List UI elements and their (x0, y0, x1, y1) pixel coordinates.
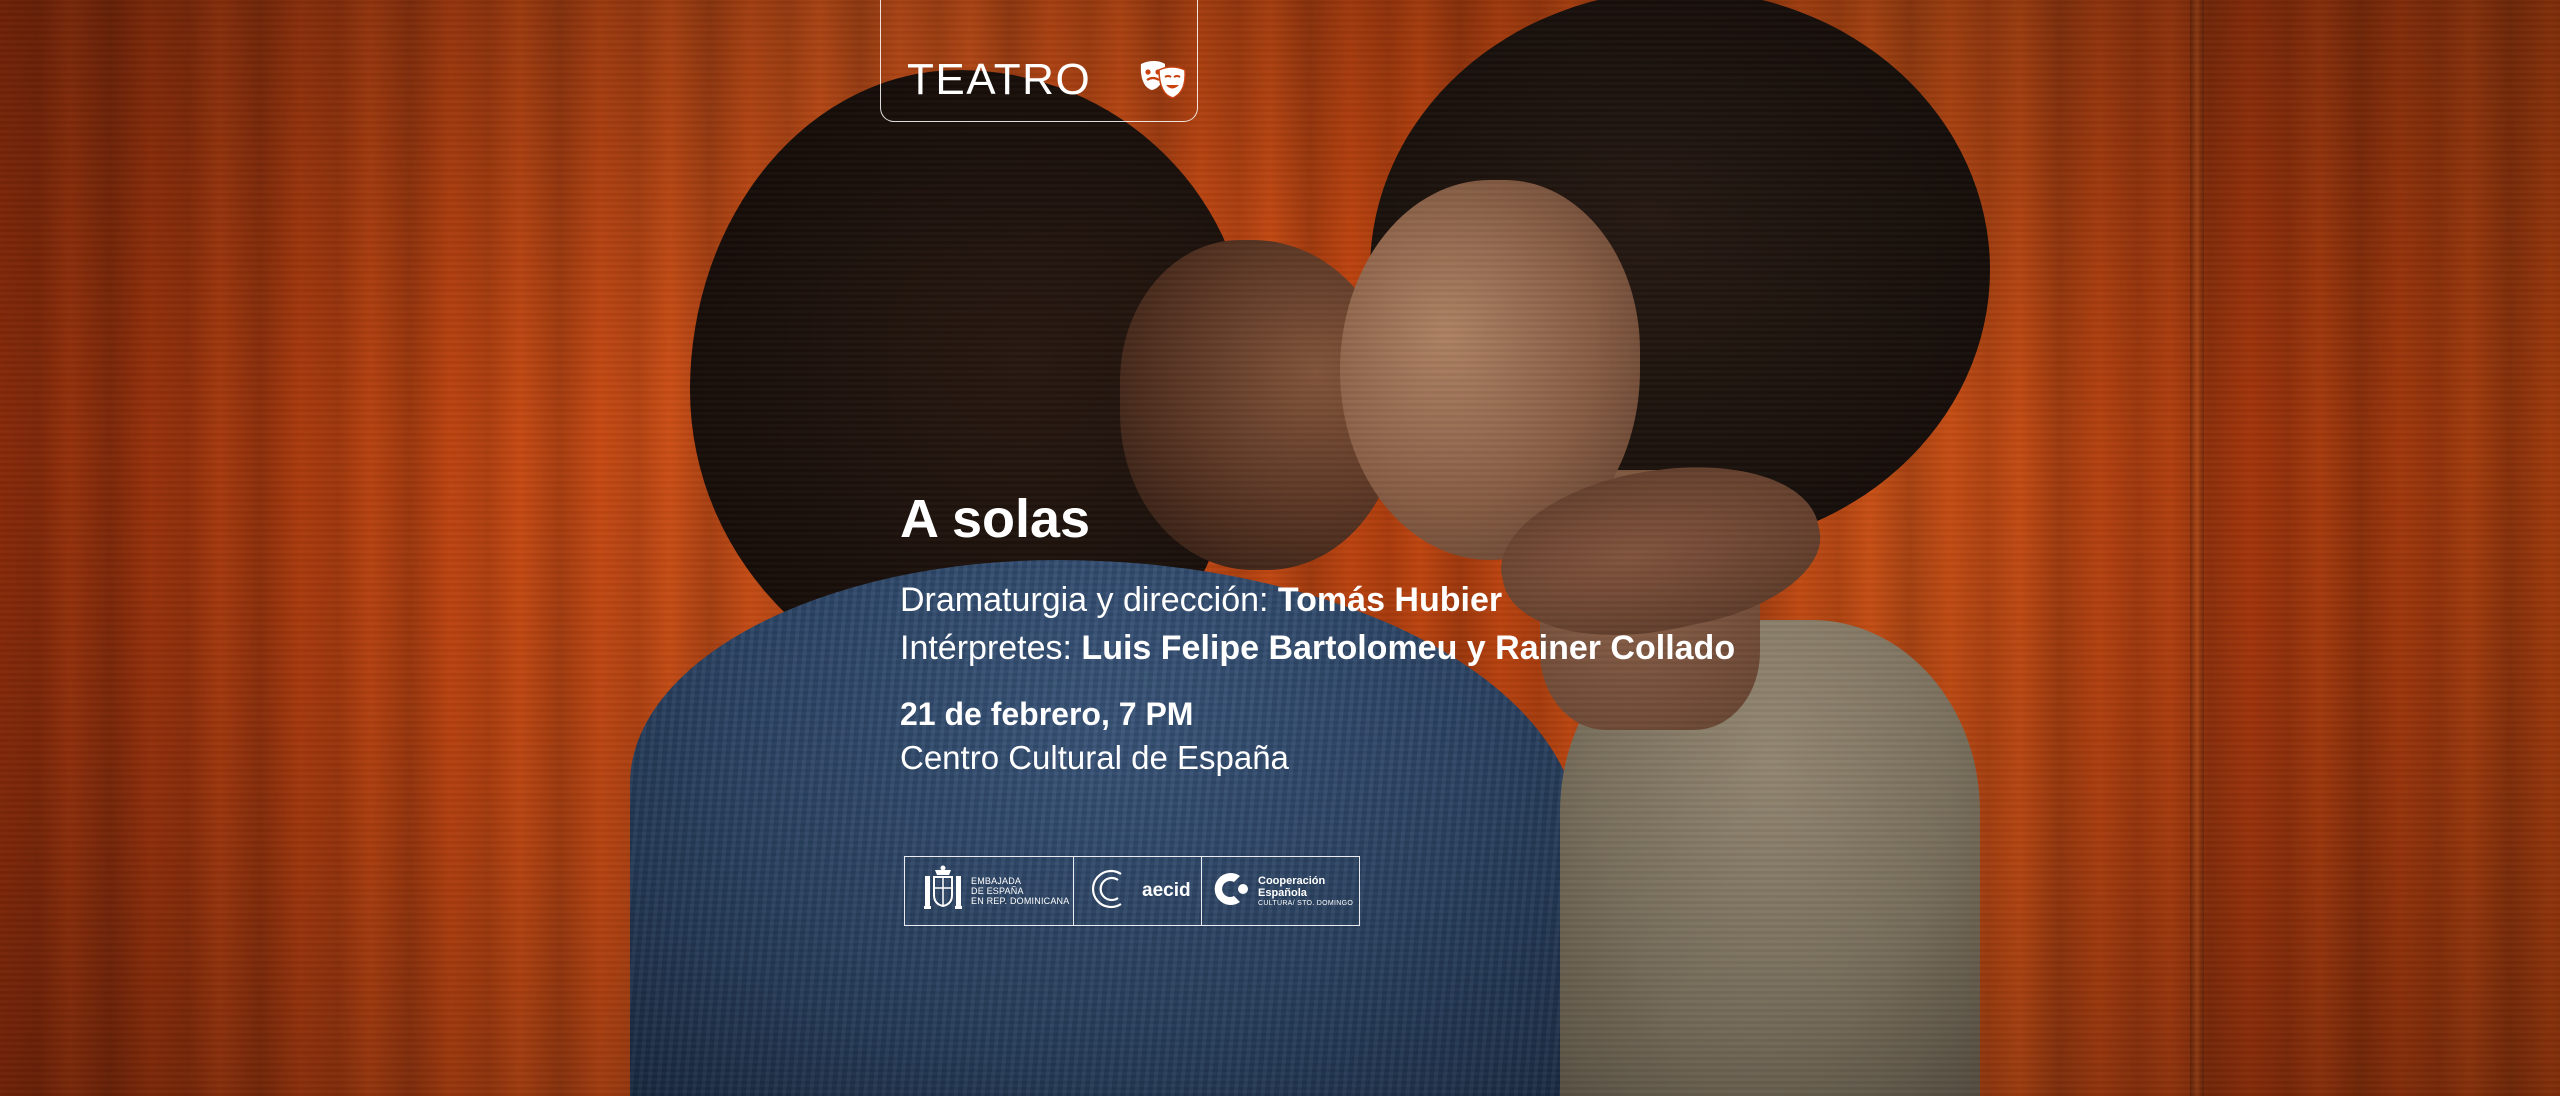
embajada-text: EMBAJADA DE ESPAÑA EN REP. DOMINICANA (971, 876, 1069, 906)
embajada-line-3: EN REP. DOMINICANA (971, 896, 1070, 906)
director-name: Tomás Hubier (1277, 581, 1503, 619)
category-label: TEATRO (907, 54, 1092, 104)
direction-credit: Dramaturgia y dirección: Tomás Hubier (900, 576, 1735, 624)
performers-credit: Intérpretes: Luis Felipe Bartolomeu y Ra… (900, 624, 1735, 672)
cooperacion-logo-icon (1210, 866, 1252, 917)
aecid-logo: aecid (1073, 857, 1201, 925)
embajada-logo: EMBAJADA DE ESPAÑA EN REP. DOMINICANA (905, 857, 1073, 925)
cooperacion-line-1: Cooperación (1258, 874, 1326, 887)
performers-label: Intérpretes: (900, 629, 1082, 667)
event-info: A solas Dramaturgia y dirección: Tomás H… (900, 492, 1735, 780)
cooperacion-logo: Cooperación Española CULTURA/ STO. DOMIN… (1201, 857, 1359, 925)
coat-of-arms-icon (923, 864, 963, 919)
aecid-logo-icon (1088, 866, 1134, 917)
cooperacion-line-3: CULTURA/ STO. DOMINGO (1258, 899, 1354, 907)
aecid-label: aecid (1142, 880, 1191, 901)
performer-right-hair (1370, 0, 1990, 550)
cooperacion-line-2: Española (1258, 886, 1307, 899)
performers-names: Luis Felipe Bartolomeu y Rainer Collado (1081, 629, 1736, 667)
event-venue: Centro Cultural de España (900, 739, 1289, 776)
category-tag[interactable]: TEATRO (880, 0, 1198, 122)
curtain-seam (2190, 0, 2204, 1096)
embajada-line-1: EMBAJADA (971, 876, 1022, 886)
sponsor-logos: EMBAJADA DE ESPAÑA EN REP. DOMINICANA ae… (904, 856, 1360, 926)
event-title: A solas (900, 489, 1091, 549)
cooperacion-text: Cooperación Española CULTURA/ STO. DOMIN… (1258, 875, 1353, 908)
theater-masks-icon (1137, 58, 1189, 102)
direction-label: Dramaturgia y dirección: (900, 581, 1278, 619)
event-date: 21 de febrero, 7 PM (900, 696, 1194, 732)
embajada-line-2: DE ESPAÑA (971, 886, 1024, 896)
